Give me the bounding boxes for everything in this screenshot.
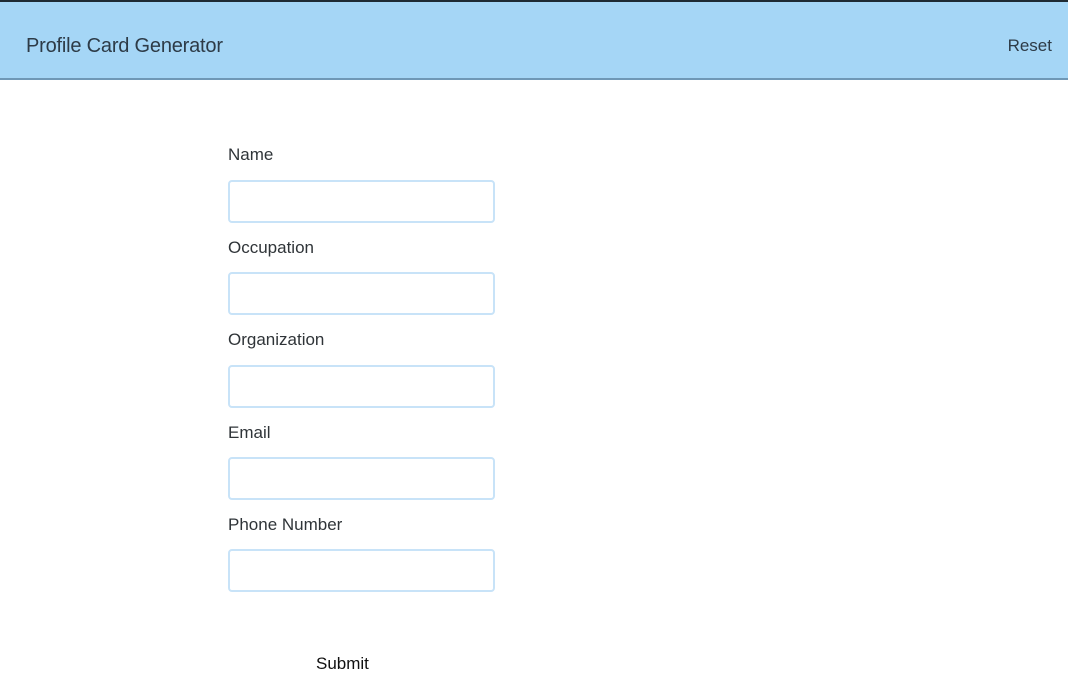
phone-number-input[interactable] — [228, 549, 495, 592]
email-input[interactable] — [228, 457, 495, 500]
organization-input[interactable] — [228, 365, 495, 408]
occupation-label: Occupation — [228, 238, 314, 257]
name-label: Name — [228, 145, 274, 164]
submit-button[interactable]: Submit — [316, 654, 369, 674]
app-header: Profile Card Generator Reset — [0, 0, 1068, 80]
email-label: Email — [228, 423, 271, 442]
app-title: Profile Card Generator — [26, 35, 223, 57]
occupation-input[interactable] — [228, 272, 495, 315]
organization-label: Organization — [228, 330, 325, 349]
name-input[interactable] — [228, 180, 495, 223]
reset-link[interactable]: Reset — [1008, 35, 1052, 57]
phone-number-label: Phone Number — [228, 515, 343, 534]
